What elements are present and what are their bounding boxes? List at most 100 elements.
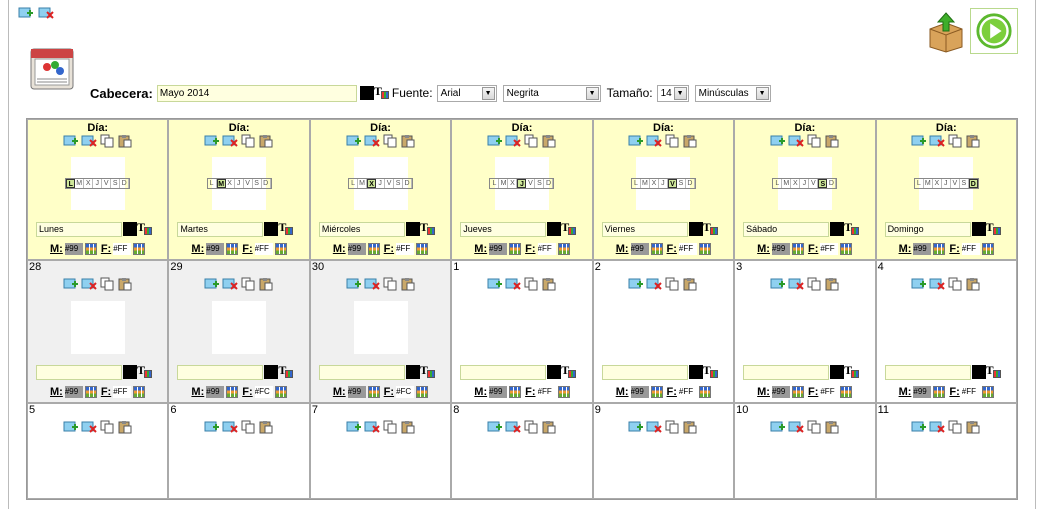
day-name-input[interactable]: Lunes	[36, 221, 122, 237]
m-color-value[interactable]: #99	[771, 243, 790, 255]
m-color-value[interactable]: #99	[206, 243, 225, 255]
delete-icon[interactable]	[646, 277, 663, 291]
day-name-input[interactable]: Viernes	[601, 221, 688, 237]
add-icon[interactable]	[770, 277, 786, 291]
add-icon[interactable]	[911, 420, 927, 434]
delete-icon[interactable]	[788, 420, 804, 434]
day-cell[interactable]: 30 T M: #99 F: #FC	[309, 260, 452, 403]
copy-icon[interactable]	[523, 134, 539, 148]
palette-icon[interactable]	[840, 243, 853, 255]
f-color-value[interactable]: #FF	[678, 243, 697, 255]
add-icon[interactable]	[204, 420, 220, 434]
color-swatch[interactable]	[123, 222, 137, 236]
delete-icon[interactable]	[505, 134, 521, 148]
paste-icon[interactable]	[258, 134, 274, 148]
palette-icon[interactable]	[226, 386, 239, 398]
f-color-value[interactable]: #FF	[113, 386, 132, 398]
m-color-value[interactable]: #99	[489, 243, 508, 255]
copy-icon[interactable]	[99, 420, 115, 434]
export-box-icon[interactable]	[926, 11, 966, 53]
paste-icon[interactable]	[117, 134, 133, 148]
text-color-icon[interactable]: T	[137, 364, 153, 380]
f-color-value[interactable]: #FF	[113, 243, 132, 255]
f-color-value[interactable]: #FC	[254, 386, 273, 398]
palette-icon[interactable]	[650, 386, 663, 398]
add-icon[interactable]	[911, 134, 927, 148]
paste-icon[interactable]	[258, 277, 274, 291]
day-cell[interactable]: 6	[168, 403, 310, 499]
day-name-input[interactable]: Sábado	[743, 221, 830, 237]
add-row-icon[interactable]	[18, 6, 34, 20]
f-color-value[interactable]: #FF	[396, 243, 415, 255]
copy-icon[interactable]	[382, 277, 398, 291]
day-name-input[interactable]	[318, 364, 405, 380]
delete-icon[interactable]	[364, 277, 380, 291]
header-title-input[interactable]: Mayo 2014	[156, 84, 357, 102]
paste-icon[interactable]	[117, 277, 133, 291]
palette-icon[interactable]	[416, 386, 429, 398]
paste-icon[interactable]	[400, 134, 416, 148]
copy-icon[interactable]	[240, 277, 256, 291]
color-swatch[interactable]	[405, 365, 420, 379]
text-color-icon[interactable]: T	[561, 221, 577, 237]
copy-icon[interactable]	[664, 134, 680, 148]
text-color-icon[interactable]: T	[986, 364, 1002, 380]
day-cell[interactable]: 10	[734, 403, 876, 499]
m-color-value[interactable]: #99	[630, 386, 649, 398]
m-color-value[interactable]: #99	[347, 386, 366, 398]
palette-icon[interactable]	[84, 386, 97, 398]
m-color-value[interactable]: #99	[64, 243, 83, 255]
copy-icon[interactable]	[523, 420, 539, 434]
add-icon[interactable]	[204, 277, 220, 291]
color-swatch[interactable]	[264, 365, 279, 379]
delete-icon[interactable]	[222, 420, 238, 434]
m-color-value[interactable]: #99	[771, 386, 790, 398]
paste-icon[interactable]	[258, 420, 274, 434]
day-name-input[interactable]	[743, 364, 830, 380]
palette-icon[interactable]	[226, 243, 239, 255]
text-color-icon[interactable]: T	[703, 221, 719, 237]
copy-icon[interactable]	[523, 277, 539, 291]
palette-icon[interactable]	[698, 386, 711, 398]
palette-icon[interactable]	[133, 386, 146, 398]
text-color-icon[interactable]: T	[420, 364, 436, 380]
m-color-value[interactable]: #99	[64, 386, 83, 398]
copy-icon[interactable]	[947, 420, 963, 434]
f-color-value[interactable]: #FC	[396, 386, 415, 398]
f-color-value[interactable]: #FF	[961, 243, 980, 255]
add-icon[interactable]	[911, 277, 927, 291]
add-icon[interactable]	[63, 134, 79, 148]
add-icon[interactable]	[204, 134, 220, 148]
color-swatch[interactable]	[830, 222, 845, 236]
delete-icon[interactable]	[929, 420, 945, 434]
palette-icon[interactable]	[933, 386, 946, 398]
delete-icon[interactable]	[364, 134, 380, 148]
palette-icon[interactable]	[557, 386, 570, 398]
color-swatch[interactable]	[123, 365, 137, 379]
m-color-value[interactable]: #99	[206, 386, 225, 398]
color-swatch[interactable]	[971, 222, 986, 236]
day-name-input[interactable]	[601, 364, 688, 380]
text-case-select[interactable]: Minúsculas ▼	[694, 84, 771, 102]
copy-icon[interactable]	[806, 277, 822, 291]
palette-icon[interactable]	[791, 243, 804, 255]
text-color-icon[interactable]: T	[561, 364, 577, 380]
font-weight-select[interactable]: Negrita ▼	[502, 84, 601, 102]
paste-icon[interactable]	[541, 277, 557, 291]
add-icon[interactable]	[628, 134, 644, 148]
day-cell[interactable]: 2 T M: #99 F: #FF	[592, 260, 735, 403]
f-color-value[interactable]: #FF	[537, 386, 556, 398]
color-swatch[interactable]	[547, 365, 562, 379]
palette-icon[interactable]	[840, 386, 853, 398]
text-color-icon[interactable]: T	[374, 85, 390, 101]
delete-icon[interactable]	[81, 277, 97, 291]
palette-icon[interactable]	[274, 243, 287, 255]
palette-icon[interactable]	[650, 243, 663, 255]
day-name-input[interactable]	[460, 364, 547, 380]
day-cell[interactable]: 4 T M: #99 F: #FF	[875, 260, 1017, 403]
add-icon[interactable]	[63, 277, 79, 291]
header-color-swatch[interactable]	[359, 86, 374, 100]
copy-icon[interactable]	[664, 420, 680, 434]
m-color-value[interactable]: #99	[489, 386, 508, 398]
palette-icon[interactable]	[509, 243, 522, 255]
